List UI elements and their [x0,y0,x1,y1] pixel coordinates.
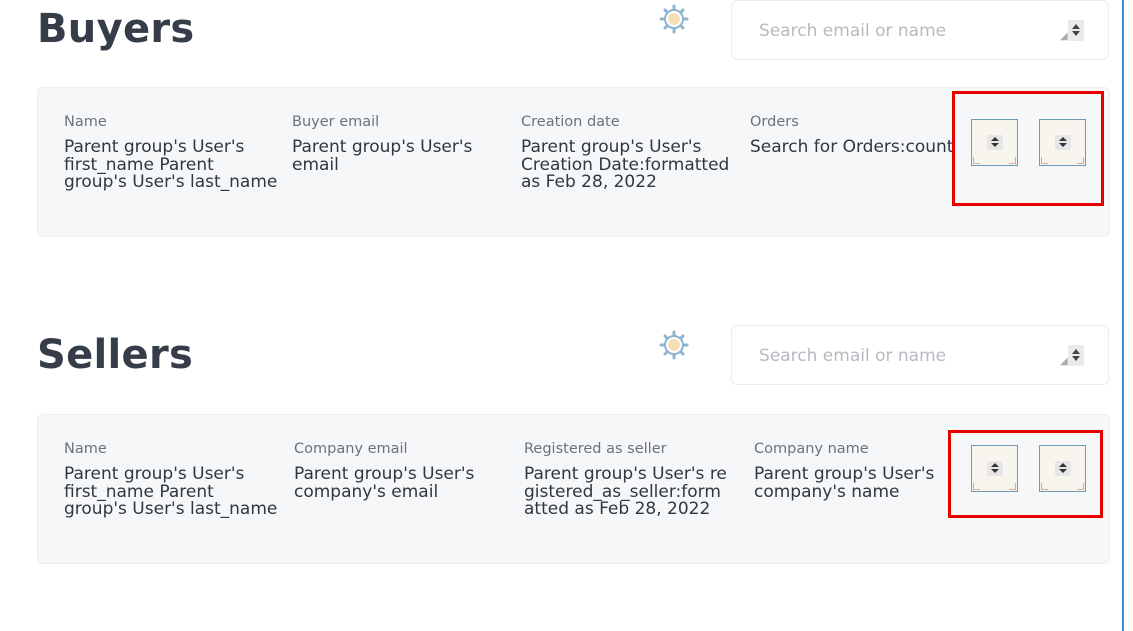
buyers-col-orders: Orders Search for Orders:count [750,113,955,157]
sellers-search-box[interactable]: ◢ [731,325,1109,385]
buyers-search-input[interactable] [757,17,1051,45]
buyers-col-name: Name Parent group's User's first_name Pa… [64,113,279,192]
sellers-col-registered: Registered as seller Parent group's User… [524,440,729,519]
buyers-gear-icon[interactable] [659,4,689,34]
buyers-col-orders-label: Orders [750,114,799,130]
sellers-col-company-name-label: Company name [754,441,869,457]
buyers-col-name-label: Name [64,114,107,130]
sellers-gear-icon[interactable] [659,330,689,360]
sellers-title: Sellers [37,332,194,378]
up-down-stepper-icon[interactable] [1055,461,1071,476]
buyers-col-creation-date-value: Parent group's User's Creation Date:form… [521,137,730,192]
sellers-stepper-2[interactable] [1039,445,1086,492]
buyers-list-row: Name Parent group's User's first_name Pa… [37,87,1110,237]
buyers-col-orders-value: Search for Orders:count [750,137,954,157]
sellers-col-registered-value: Parent group's User's registered_as_sell… [524,464,727,519]
sellers-col-name: Name Parent group's User's first_name Pa… [64,440,279,519]
sellers-col-registered-label: Registered as seller [524,441,667,457]
buyers-col-email-value: Parent group's User's email [292,137,473,175]
sellers-col-company-name-value: Parent group's User's company's name [754,464,935,502]
buyers-col-name-value: Parent group's User's first_name Parent … [64,137,278,192]
buyers-col-creation-date: Creation date Parent group's User's Crea… [521,113,736,192]
sellers-col-name-label: Name [64,441,107,457]
sellers-col-name-value: Parent group's User's first_name Parent … [64,464,278,519]
sellers-search-stepper-icon[interactable] [1068,345,1084,366]
resize-handle-icon[interactable]: ◢ [1060,356,1068,367]
buyers-stepper-1[interactable] [971,119,1018,166]
sellers-stepper-1[interactable] [971,445,1018,492]
up-down-stepper-icon[interactable] [1055,135,1071,150]
buyers-col-creation-date-label: Creation date [521,114,620,130]
sellers-col-company-email-label: Company email [294,441,408,457]
up-down-stepper-icon[interactable] [987,461,1003,476]
buyers-col-email-label: Buyer email [292,114,380,130]
sellers-search-input[interactable] [757,342,1051,370]
buyers-search-box[interactable]: ◢ [731,0,1109,60]
sellers-col-company-email-value: Parent group's User's company's email [294,464,475,502]
buyers-title: Buyers [37,6,195,52]
buyers-stepper-2[interactable] [1039,119,1086,166]
up-down-stepper-icon[interactable] [987,135,1003,150]
buyers-col-email: Buyer email Parent group's User's email [292,113,507,174]
buyers-search-stepper-icon[interactable] [1068,20,1084,41]
right-guide-line [1122,0,1124,631]
sellers-col-company-email: Company email Parent group's User's comp… [294,440,509,501]
sellers-col-company-name: Company name Parent group's User's compa… [754,440,944,501]
resize-handle-icon[interactable]: ◢ [1060,31,1068,42]
